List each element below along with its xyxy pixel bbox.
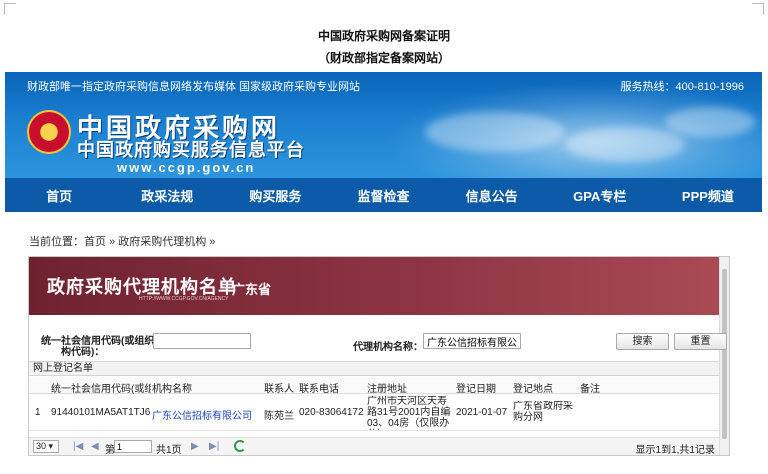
cloud-decoration (565, 127, 685, 162)
site-logo-url: www.ccgp.gov.cn (117, 160, 256, 175)
panel-url: HTTP://WWW.CCGP.GOV.CN/AGENCY (139, 296, 229, 302)
row-credit-code: 91440101MA5AT1TJ6P (51, 407, 151, 418)
row-phone: 020-83064172 (299, 407, 364, 418)
prev-page-icon[interactable]: ◀ (91, 441, 99, 452)
service-hotline: 服务热线：400-810-1996 (620, 81, 744, 93)
col-phone[interactable]: 联系电话 (299, 380, 359, 395)
row-date: 2021-01-07 (456, 407, 508, 418)
col-note[interactable]: 备注 (580, 380, 620, 395)
site-logo-subtitle: 中国政府购买服务信息平台 (77, 140, 305, 160)
col-address[interactable]: 注册地址 (367, 380, 447, 395)
main-nav: 首页 政采法规 购买服务 监督检查 信息公告 GPA专栏 PPP频道 (5, 178, 762, 212)
document-title: 中国政府采购网备案证明 (317, 29, 450, 43)
row-contact: 陈苑兰 (264, 411, 294, 422)
record-summary: 显示1到1,共1记录 (635, 445, 715, 456)
nav-purchase-services[interactable]: 购买服务 (221, 186, 329, 205)
site-banner: 财政部唯一指定政府采购信息网络发布媒体 国家级政府采购专业网站 服务热线：400… (5, 72, 762, 178)
panel-province: 广东省 (232, 282, 272, 297)
row-place: 广东省政府采购分网 (513, 401, 573, 423)
refresh-icon[interactable] (234, 440, 246, 452)
crop-mark-top-right (752, 3, 764, 15)
banner-tagline: 财政部唯一指定政府采购信息网络发布媒体 国家级政府采购专业网站 (27, 81, 361, 93)
next-page-icon[interactable]: ▶ (191, 441, 199, 452)
scrollbar-thumb[interactable] (722, 269, 727, 439)
col-contact[interactable]: 联系人 (264, 380, 296, 395)
cloud-decoration (665, 107, 755, 137)
col-date[interactable]: 登记日期 (456, 380, 511, 395)
panel-header: 政府采购代理机构名单 广东省 HTTP://WWW.CCGP.GOV.CN/AG… (29, 257, 729, 315)
pagination-bar: 30 ▾ |◀ ◀ 第 共1页 ▶ ▶| 显示1到1,共1记录 (29, 437, 719, 456)
nav-supervision[interactable]: 监督检查 (329, 186, 437, 205)
nav-ppp[interactable]: PPP频道 (654, 186, 762, 205)
crop-mark-top-left (4, 3, 16, 15)
reset-button[interactable]: 重置 (674, 333, 727, 350)
search-button[interactable]: 搜索 (616, 333, 669, 350)
col-credit-code[interactable]: 统一社会信用代码(或组织 (51, 380, 151, 395)
total-pages: 共1页 (156, 445, 182, 456)
agency-list-panel: 政府采购代理机构名单 广东省 HTTP://WWW.CCGP.GOV.CN/AG… (28, 256, 730, 456)
nav-regulations[interactable]: 政采法规 (113, 186, 221, 205)
breadcrumb[interactable]: 当前位置：首页 » 政府采购代理机构 » (29, 233, 215, 249)
row-agency-name-link[interactable]: 广东公信招标有限公司 (152, 407, 260, 422)
last-page-icon[interactable]: ▶| (209, 441, 219, 452)
nav-gpa[interactable]: GPA专栏 (546, 186, 654, 205)
table-row[interactable]: 1 91440101MA5AT1TJ6P 广东公信招标有限公司 陈苑兰 020-… (29, 395, 719, 431)
credit-code-input[interactable] (153, 333, 251, 349)
document-subtitle: （财政部指定备案网站） (317, 51, 450, 65)
cloud-decoration (425, 112, 565, 152)
nav-home[interactable]: 首页 (5, 186, 113, 205)
list-section-header: 网上登记名单 (29, 361, 719, 376)
page-size-select[interactable]: 30 ▾ (33, 440, 59, 453)
national-emblem-icon (27, 110, 71, 154)
col-place[interactable]: 登记地点 (513, 380, 573, 395)
agency-name-input[interactable] (423, 333, 521, 349)
page-number-input[interactable] (114, 440, 152, 453)
agency-name-label: 代理机构名称： (353, 342, 423, 353)
row-address: 广州市天河区天寿路31号2001内自编03、04房（仅限办公） (367, 396, 451, 430)
vertical-scrollbar[interactable] (719, 257, 729, 455)
credit-code-label-line2: 构代码)： (61, 347, 105, 358)
table-header: 统一社会信用代码(或组织 机构名称 联系人 联系电话 注册地址 登记日期 登记地… (29, 377, 719, 395)
nav-announcements[interactable]: 信息公告 (438, 186, 546, 205)
first-page-icon[interactable]: |◀ (73, 441, 83, 452)
row-index: 1 (35, 407, 41, 418)
col-agency-name[interactable]: 机构名称 (152, 380, 252, 395)
